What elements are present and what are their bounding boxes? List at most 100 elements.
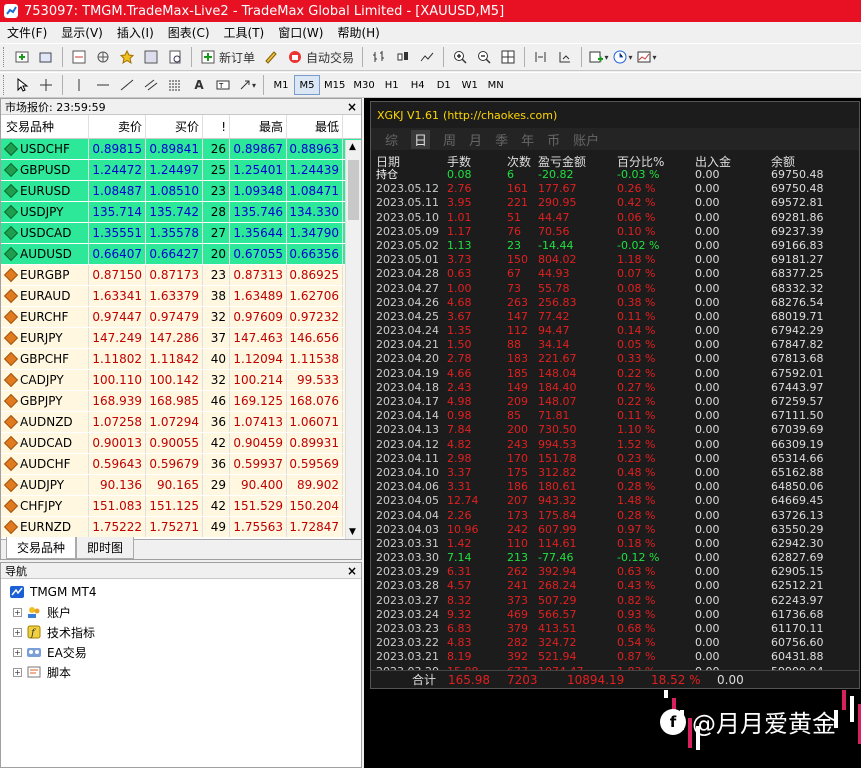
cursor-icon[interactable] [11,74,33,96]
quote-row[interactable]: AUDCAD 0.90013 0.90055 42 0.90459 0.89931 [1,433,361,454]
expand-icon[interactable]: + [13,667,22,677]
xgkj-tab[interactable]: 账户 [573,130,599,149]
quote-row[interactable]: CADJPY 100.110 100.142 32 100.214 99.533 [1,370,361,391]
periods-icon[interactable]: ▾ [611,46,633,68]
vertical-line-icon[interactable] [68,74,90,96]
timeframe-mn-button[interactable]: MN [483,75,509,95]
horizontal-line-icon[interactable] [92,74,114,96]
quote-row[interactable]: USDJPY 135.714 135.742 28 135.746 134.330 [1,202,361,223]
close-icon[interactable]: × [347,564,357,578]
quote-row[interactable]: GBPUSD 1.24472 1.24497 25 1.25401 1.24439 [1,160,361,181]
expand-icon[interactable]: + [13,627,22,637]
xgkj-tab[interactable]: 日 [411,129,431,149]
menu-item[interactable]: 显示(V) [54,24,110,41]
scroll-thumb[interactable] [348,160,359,220]
arrows-icon[interactable]: ▾ [236,74,258,96]
new-chart-icon[interactable] [11,46,33,68]
text-label-icon[interactable]: T [212,74,234,96]
column-header[interactable]: 买价 [146,115,203,138]
quote-row[interactable]: AUDUSD 0.66407 0.66427 20 0.67055 0.66356 [1,244,361,265]
menu-item[interactable]: 窗口(W) [271,24,330,41]
quote-row[interactable]: EURJPY 147.249 147.286 37 147.463 146.656 [1,328,361,349]
xgkj-tab[interactable]: 周 [443,130,456,149]
market-watch-tab[interactable]: 交易品种 [6,537,77,559]
navigator-item[interactable]: + f 技术指标 [1,622,361,642]
zoom-out-icon[interactable] [473,46,495,68]
xgkj-url[interactable]: (http://chaokes.com) [443,109,557,122]
autoscroll-icon[interactable] [554,46,576,68]
navigator-item[interactable]: + EA交易 [1,642,361,662]
navigator-root[interactable]: TMGM MT4 [1,582,361,602]
menu-item[interactable]: 工具(T) [217,24,272,41]
zoom-in-icon[interactable] [449,46,471,68]
xgkj-tab[interactable]: 币 [547,130,560,149]
quote-row[interactable]: AUDJPY 90.136 90.165 29 90.400 89.902 [1,475,361,496]
timeframe-d1-button[interactable]: D1 [431,75,457,95]
xgkj-tab[interactable]: 月 [469,130,482,149]
indicators-icon[interactable]: ▾ [587,46,609,68]
fibonacci-icon[interactable] [164,74,186,96]
timeframe-w1-button[interactable]: W1 [457,75,483,95]
quotes-scrollbar[interactable]: ▲ ▼ [345,140,361,539]
timeframe-m15-button[interactable]: M15 [320,75,349,95]
timeframe-h4-button[interactable]: H4 [405,75,431,95]
crosshair-icon[interactable] [35,74,57,96]
timeframe-m30-button[interactable]: M30 [349,75,378,95]
timeframe-h1-button[interactable]: H1 [379,75,405,95]
xgkj-tab[interactable]: 年 [521,130,534,149]
scroll-down-icon[interactable]: ▼ [349,527,356,537]
toolbar-grip[interactable] [3,47,6,67]
market-watch-toggle-icon[interactable] [68,46,90,68]
auto-trading-button[interactable]: 自动交易 [284,46,357,68]
quote-row[interactable]: AUDCHF 0.59643 0.59679 36 0.59937 0.59569 [1,454,361,475]
new-order-button[interactable]: 新订单 [197,46,258,68]
terminal-toggle-icon[interactable] [140,46,162,68]
templates-icon[interactable]: ▾ [635,46,657,68]
quote-row[interactable]: AUDNZD 1.07258 1.07294 36 1.07413 1.06071 [1,412,361,433]
menu-item[interactable]: 帮助(H) [330,24,386,41]
column-header[interactable]: 最低 [287,115,343,138]
tile-windows-icon[interactable] [497,46,519,68]
quote-row[interactable]: EURAUD 1.63341 1.63379 38 1.63489 1.62706 [1,286,361,307]
column-header[interactable]: 卖价 [89,115,146,138]
equidistant-channel-icon[interactable] [140,74,162,96]
column-header[interactable]: ! [203,115,230,138]
strategy-tester-icon[interactable] [164,46,186,68]
line-chart-icon[interactable] [416,46,438,68]
quote-row[interactable]: GBPJPY 168.939 168.985 46 169.125 168.076 [1,391,361,412]
xgkj-tab[interactable]: 季 [495,130,508,149]
quote-row[interactable]: GBPCHF 1.11802 1.11842 40 1.12094 1.11538 [1,349,361,370]
quote-row[interactable]: EURGBP 0.87150 0.87173 23 0.87313 0.86925 [1,265,361,286]
timeframe-m5-button[interactable]: M5 [294,75,320,95]
menu-item[interactable]: 插入(I) [110,24,161,41]
bar-chart-icon[interactable] [368,46,390,68]
quote-row[interactable]: EURUSD 1.08487 1.08510 23 1.09348 1.08471 [1,181,361,202]
navigator-item[interactable]: + 账户 [1,602,361,622]
navigator-toggle-icon[interactable] [116,46,138,68]
xgkj-tab[interactable]: 综 [385,130,398,149]
quote-row[interactable]: EURCHF 0.97447 0.97479 32 0.97609 0.97232 [1,307,361,328]
profiles-icon[interactable] [35,46,57,68]
metaeditor-icon[interactable] [260,46,282,68]
quote-row[interactable]: EURNZD 1.75222 1.75271 49 1.75563 1.72847 [1,517,361,538]
column-header[interactable]: 最高 [230,115,287,138]
quote-row[interactable]: USDCAD 1.35551 1.35578 27 1.35644 1.34790 [1,223,361,244]
quote-row[interactable]: USDCHF 0.89815 0.89841 26 0.89867 0.88963 [1,139,361,160]
column-header[interactable]: 交易品种 [1,115,89,138]
market-watch-tab[interactable]: 即时图 [76,537,135,559]
quote-row[interactable]: CHFJPY 151.083 151.125 42 151.529 150.204 [1,496,361,517]
navigator-item[interactable]: + 脚本 [1,662,361,682]
data-window-icon[interactable] [92,46,114,68]
chart-shift-icon[interactable] [530,46,552,68]
menu-item[interactable]: 图表(C) [161,24,217,41]
close-icon[interactable]: × [347,100,357,114]
toolbar-grip[interactable] [3,75,6,95]
expand-icon[interactable]: + [13,607,22,617]
expand-icon[interactable]: + [13,647,22,657]
scroll-up-icon[interactable]: ▲ [349,142,356,152]
menu-item[interactable]: 文件(F) [0,24,54,41]
candlestick-icon[interactable] [392,46,414,68]
trendline-icon[interactable] [116,74,138,96]
timeframe-m1-button[interactable]: M1 [268,75,294,95]
text-icon[interactable]: A [188,74,210,96]
